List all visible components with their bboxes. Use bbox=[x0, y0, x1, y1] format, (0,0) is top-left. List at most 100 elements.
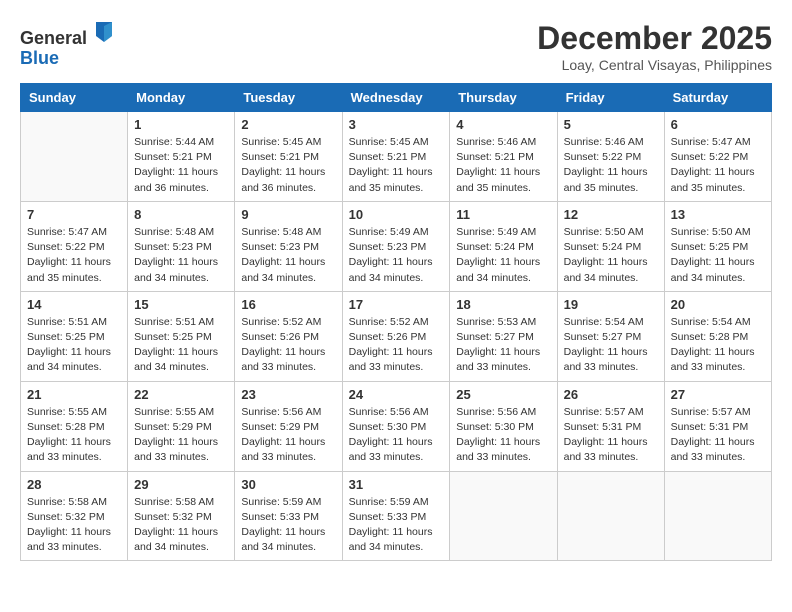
calendar-cell: 29Sunrise: 5:58 AM Sunset: 5:32 PM Dayli… bbox=[128, 471, 235, 561]
calendar-cell: 25 Sunrise: 5:56 AM Sunset: 5:30 PM Dayli… bbox=[450, 381, 557, 471]
weekday-header-row: SundayMondayTuesdayWednesdayThursdayFrid… bbox=[21, 84, 772, 112]
weekday-header-monday: Monday bbox=[128, 84, 235, 112]
day-number: 27 bbox=[671, 387, 765, 402]
day-info: Sunrise: 5:56 AM Sunset: 5:29 PM Dayligh… bbox=[241, 405, 335, 466]
calendar-cell: 31 Sunrise: 5:59 AM Sunset: 5:33 PM Dayli… bbox=[342, 471, 450, 561]
weekday-header-saturday: Saturday bbox=[664, 84, 771, 112]
day-info: Sunrise: 5:57 AM Sunset: 5:31 PM Dayligh… bbox=[564, 405, 658, 466]
calendar-cell: 19Sunrise: 5:54 AM Sunset: 5:27 PM Dayli… bbox=[557, 291, 664, 381]
day-info: Sunrise: 5:49 AM Sunset: 5:23 PM Dayligh… bbox=[349, 225, 444, 286]
day-number: 9 bbox=[241, 207, 335, 222]
day-info: Sunrise: 5:59 AM Sunset: 5:33 PM Dayligh… bbox=[241, 495, 335, 556]
calendar-cell: 17 Sunrise: 5:52 AM Sunset: 5:26 PM Dayli… bbox=[342, 291, 450, 381]
day-number: 10 bbox=[349, 207, 444, 222]
weekday-header-tuesday: Tuesday bbox=[235, 84, 342, 112]
day-info: Sunrise: 5:58 AM Sunset: 5:32 PM Dayligh… bbox=[134, 495, 228, 556]
day-info: Sunrise: 5:58 AM Sunset: 5:32 PM Dayligh… bbox=[27, 495, 121, 556]
calendar-cell: 14 Sunrise: 5:51 AM Sunset: 5:25 PM Dayli… bbox=[21, 291, 128, 381]
day-number: 8 bbox=[134, 207, 228, 222]
page-header: General Blue December 2025 Loay, Central… bbox=[20, 20, 772, 73]
day-number: 23 bbox=[241, 387, 335, 402]
day-number: 26 bbox=[564, 387, 658, 402]
day-number: 18 bbox=[456, 297, 550, 312]
day-info: Sunrise: 5:59 AM Sunset: 5:33 PM Dayligh… bbox=[349, 495, 444, 556]
day-number: 17 bbox=[349, 297, 444, 312]
day-number: 19 bbox=[564, 297, 658, 312]
location: Loay, Central Visayas, Philippines bbox=[537, 57, 772, 73]
logo-icon bbox=[94, 20, 114, 44]
week-row-1: 7 Sunrise: 5:47 AM Sunset: 5:22 PM Daylig… bbox=[21, 201, 772, 291]
day-info: Sunrise: 5:50 AM Sunset: 5:24 PM Dayligh… bbox=[564, 225, 658, 286]
day-info: Sunrise: 5:52 AM Sunset: 5:26 PM Dayligh… bbox=[241, 315, 335, 376]
day-info: Sunrise: 5:51 AM Sunset: 5:25 PM Dayligh… bbox=[27, 315, 121, 376]
day-number: 5 bbox=[564, 117, 658, 132]
calendar-cell: 16Sunrise: 5:52 AM Sunset: 5:26 PM Dayli… bbox=[235, 291, 342, 381]
day-number: 3 bbox=[349, 117, 444, 132]
weekday-header-friday: Friday bbox=[557, 84, 664, 112]
calendar-cell: 2Sunrise: 5:45 AM Sunset: 5:21 PM Daylig… bbox=[235, 112, 342, 202]
day-number: 14 bbox=[27, 297, 121, 312]
day-number: 7 bbox=[27, 207, 121, 222]
day-number: 6 bbox=[671, 117, 765, 132]
calendar-cell: 18 Sunrise: 5:53 AM Sunset: 5:27 PM Dayli… bbox=[450, 291, 557, 381]
calendar-cell: 3Sunrise: 5:45 AM Sunset: 5:21 PM Daylig… bbox=[342, 112, 450, 202]
calendar-cell bbox=[450, 471, 557, 561]
weekday-header-thursday: Thursday bbox=[450, 84, 557, 112]
week-row-4: 28 Sunrise: 5:58 AM Sunset: 5:32 PM Dayli… bbox=[21, 471, 772, 561]
logo-blue: Blue bbox=[20, 48, 59, 68]
calendar-cell: 28 Sunrise: 5:58 AM Sunset: 5:32 PM Dayli… bbox=[21, 471, 128, 561]
day-info: Sunrise: 5:49 AM Sunset: 5:24 PM Dayligh… bbox=[456, 225, 550, 286]
calendar-table: SundayMondayTuesdayWednesdayThursdayFrid… bbox=[20, 83, 772, 561]
calendar-cell: 10 Sunrise: 5:49 AM Sunset: 5:23 PM Dayli… bbox=[342, 201, 450, 291]
calendar-cell: 12 Sunrise: 5:50 AM Sunset: 5:24 PM Dayli… bbox=[557, 201, 664, 291]
day-info: Sunrise: 5:46 AM Sunset: 5:22 PM Dayligh… bbox=[564, 135, 658, 196]
day-info: Sunrise: 5:55 AM Sunset: 5:29 PM Dayligh… bbox=[134, 405, 228, 466]
week-row-3: 21 Sunrise: 5:55 AM Sunset: 5:28 PM Dayli… bbox=[21, 381, 772, 471]
day-info: Sunrise: 5:48 AM Sunset: 5:23 PM Dayligh… bbox=[241, 225, 335, 286]
day-number: 31 bbox=[349, 477, 444, 492]
day-number: 25 bbox=[456, 387, 550, 402]
calendar-cell: 7 Sunrise: 5:47 AM Sunset: 5:22 PM Daylig… bbox=[21, 201, 128, 291]
calendar-cell: 5 Sunrise: 5:46 AM Sunset: 5:22 PM Daylig… bbox=[557, 112, 664, 202]
calendar-cell: 20Sunrise: 5:54 AM Sunset: 5:28 PM Dayli… bbox=[664, 291, 771, 381]
day-info: Sunrise: 5:53 AM Sunset: 5:27 PM Dayligh… bbox=[456, 315, 550, 376]
calendar-cell: 21 Sunrise: 5:55 AM Sunset: 5:28 PM Dayli… bbox=[21, 381, 128, 471]
month-title: December 2025 bbox=[537, 20, 772, 57]
day-number: 21 bbox=[27, 387, 121, 402]
day-info: Sunrise: 5:47 AM Sunset: 5:22 PM Dayligh… bbox=[27, 225, 121, 286]
calendar-cell bbox=[557, 471, 664, 561]
calendar-cell bbox=[21, 112, 128, 202]
calendar-cell: 6 Sunrise: 5:47 AM Sunset: 5:22 PM Daylig… bbox=[664, 112, 771, 202]
day-number: 1 bbox=[134, 117, 228, 132]
day-info: Sunrise: 5:52 AM Sunset: 5:26 PM Dayligh… bbox=[349, 315, 444, 376]
day-number: 4 bbox=[456, 117, 550, 132]
calendar-cell: 11 Sunrise: 5:49 AM Sunset: 5:24 PM Dayli… bbox=[450, 201, 557, 291]
day-number: 28 bbox=[27, 477, 121, 492]
day-info: Sunrise: 5:44 AM Sunset: 5:21 PM Dayligh… bbox=[134, 135, 228, 196]
week-row-2: 14 Sunrise: 5:51 AM Sunset: 5:25 PM Dayli… bbox=[21, 291, 772, 381]
day-number: 11 bbox=[456, 207, 550, 222]
day-info: Sunrise: 5:56 AM Sunset: 5:30 PM Dayligh… bbox=[456, 405, 550, 466]
logo: General Blue bbox=[20, 20, 114, 69]
calendar-cell: 4 Sunrise: 5:46 AM Sunset: 5:21 PM Daylig… bbox=[450, 112, 557, 202]
day-info: Sunrise: 5:46 AM Sunset: 5:21 PM Dayligh… bbox=[456, 135, 550, 196]
day-number: 12 bbox=[564, 207, 658, 222]
calendar-cell: 30 Sunrise: 5:59 AM Sunset: 5:33 PM Dayli… bbox=[235, 471, 342, 561]
calendar-cell: 24Sunrise: 5:56 AM Sunset: 5:30 PM Dayli… bbox=[342, 381, 450, 471]
day-number: 13 bbox=[671, 207, 765, 222]
day-info: Sunrise: 5:50 AM Sunset: 5:25 PM Dayligh… bbox=[671, 225, 765, 286]
calendar-cell: 23 Sunrise: 5:56 AM Sunset: 5:29 PM Dayli… bbox=[235, 381, 342, 471]
calendar-cell: 1 Sunrise: 5:44 AM Sunset: 5:21 PM Daylig… bbox=[128, 112, 235, 202]
calendar-cell bbox=[664, 471, 771, 561]
day-info: Sunrise: 5:56 AM Sunset: 5:30 PM Dayligh… bbox=[349, 405, 444, 466]
day-number: 2 bbox=[241, 117, 335, 132]
day-info: Sunrise: 5:55 AM Sunset: 5:28 PM Dayligh… bbox=[27, 405, 121, 466]
day-info: Sunrise: 5:57 AM Sunset: 5:31 PM Dayligh… bbox=[671, 405, 765, 466]
day-number: 30 bbox=[241, 477, 335, 492]
weekday-header-wednesday: Wednesday bbox=[342, 84, 450, 112]
day-info: Sunrise: 5:47 AM Sunset: 5:22 PM Dayligh… bbox=[671, 135, 765, 196]
calendar-cell: 9 Sunrise: 5:48 AM Sunset: 5:23 PM Daylig… bbox=[235, 201, 342, 291]
day-number: 15 bbox=[134, 297, 228, 312]
calendar-cell: 15Sunrise: 5:51 AM Sunset: 5:25 PM Dayli… bbox=[128, 291, 235, 381]
calendar-cell: 22Sunrise: 5:55 AM Sunset: 5:29 PM Dayli… bbox=[128, 381, 235, 471]
